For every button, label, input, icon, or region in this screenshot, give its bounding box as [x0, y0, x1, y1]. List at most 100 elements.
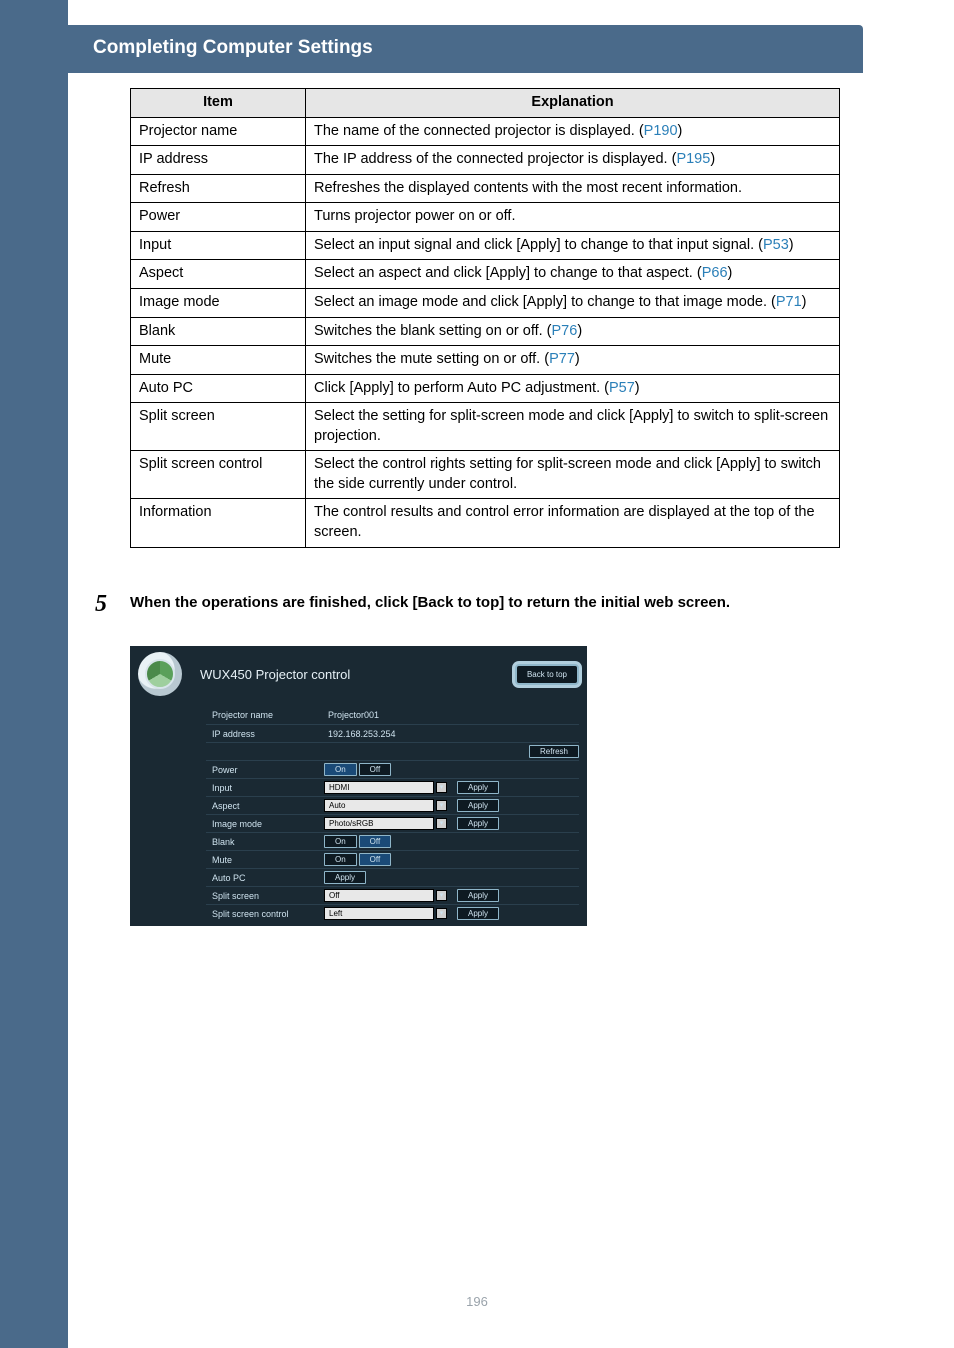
row-label: Input [206, 783, 324, 793]
section-header: Completing Computer Settings [63, 25, 863, 73]
cell-item: IP address [131, 146, 306, 175]
table-row: RefreshRefreshes the displayed contents … [131, 174, 840, 203]
page-number: 196 [0, 1294, 954, 1309]
cell-expl: Click [Apply] to perform Auto PC adjustm… [306, 374, 840, 403]
table-row: Auto PCClick [Apply] to perform Auto PC … [131, 374, 840, 403]
page-link[interactable]: P76 [552, 323, 578, 339]
cell-item: Mute [131, 346, 306, 375]
page-link[interactable]: P77 [549, 351, 575, 367]
chevron-down-icon[interactable]: ▾ [436, 800, 447, 811]
table-row: Split screen controlSelect the control r… [131, 451, 840, 499]
table-row: Image modeSelect an image mode and click… [131, 288, 840, 317]
chevron-down-icon[interactable]: ▾ [436, 890, 447, 901]
cell-expl: Switches the mute setting on or off. (P7… [306, 346, 840, 375]
on-button[interactable]: On [324, 835, 357, 848]
cell-item: Refresh [131, 174, 306, 203]
cell-item: Projector name [131, 117, 306, 146]
cell-expl: Turns projector power on or off. [306, 203, 840, 232]
shot-title: WUX450 Projector control [200, 667, 515, 682]
apply-button[interactable]: Apply [457, 907, 499, 920]
table-row: BlankSwitches the blank setting on or of… [131, 317, 840, 346]
cell-expl: The IP address of the connected projecto… [306, 146, 840, 175]
row-label: IP address [206, 729, 324, 739]
on-button[interactable]: On [324, 763, 357, 776]
cell-expl: Select an aspect and click [Apply] to ch… [306, 260, 840, 289]
cell-expl: Select an image mode and click [Apply] t… [306, 288, 840, 317]
cell-item: Information [131, 499, 306, 547]
row-label: Aspect [206, 801, 324, 811]
row-label: Auto PC [206, 873, 324, 883]
cell-item: Split screen [131, 403, 306, 451]
shot-header: WUX450 Projector control Back to top [130, 646, 587, 706]
table-row: Projector nameThe name of the connected … [131, 117, 840, 146]
step-5: 5 When the operations are finished, clic… [95, 593, 840, 613]
row-label: Image mode [206, 819, 324, 829]
th-expl: Explanation [306, 89, 840, 118]
row-value: Projector001 [324, 710, 379, 720]
table-row: IP addressThe IP address of the connecte… [131, 146, 840, 175]
cell-item: Blank [131, 317, 306, 346]
row-label: Split screen [206, 891, 324, 901]
cell-item: Auto PC [131, 374, 306, 403]
row-label: Blank [206, 837, 324, 847]
cell-expl: The name of the connected projector is d… [306, 117, 840, 146]
screenshot-panel: WUX450 Projector control Back to top Pro… [130, 646, 587, 926]
page-link[interactable]: P195 [676, 151, 710, 167]
cell-item: Split screen control [131, 451, 306, 499]
row-label: Power [206, 765, 324, 775]
row-label: Split screen control [206, 909, 324, 919]
chevron-down-icon[interactable]: ▾ [436, 818, 447, 829]
table-row: MuteSwitches the mute setting on or off.… [131, 346, 840, 375]
cell-expl: Select an input signal and click [Apply]… [306, 231, 840, 260]
row-label: Projector name [206, 710, 324, 720]
page-link[interactable]: P66 [702, 265, 728, 281]
off-button[interactable]: Off [359, 835, 392, 848]
apply-button[interactable]: Apply [324, 871, 366, 884]
row-label: Mute [206, 855, 324, 865]
spec-table: Item Explanation Projector nameThe name … [130, 88, 840, 548]
row-value: 192.168.253.254 [324, 729, 396, 739]
table-row: PowerTurns projector power on or off. [131, 203, 840, 232]
off-button[interactable]: Off [359, 763, 392, 776]
page-link[interactable]: P190 [644, 123, 678, 139]
cell-item: Input [131, 231, 306, 260]
cell-item: Aspect [131, 260, 306, 289]
apply-button[interactable]: Apply [457, 817, 499, 830]
apply-button[interactable]: Apply [457, 889, 499, 902]
cell-item: Power [131, 203, 306, 232]
input-select[interactable]: HDMI [324, 781, 434, 794]
chevron-down-icon[interactable]: ▾ [436, 782, 447, 793]
on-button[interactable]: On [324, 853, 357, 866]
splitc-select[interactable]: Left [324, 907, 434, 920]
cell-item: Image mode [131, 288, 306, 317]
imgmode-select[interactable]: Photo/sRGB [324, 817, 434, 830]
spec-table-wrap: Item Explanation Projector nameThe name … [130, 88, 840, 548]
table-row: AspectSelect an aspect and click [Apply]… [131, 260, 840, 289]
table-row: Split screenSelect the setting for split… [131, 403, 840, 451]
back-to-top-button[interactable]: Back to top [515, 664, 579, 685]
cell-expl: Refreshes the displayed contents with th… [306, 174, 840, 203]
refresh-button[interactable]: Refresh [529, 745, 579, 758]
apply-button[interactable]: Apply [457, 799, 499, 812]
aspect-select[interactable]: Auto [324, 799, 434, 812]
page-link[interactable]: P53 [763, 237, 789, 253]
th-item: Item [131, 89, 306, 118]
split-select[interactable]: Off [324, 889, 434, 902]
step-text: When the operations are finished, click … [130, 593, 840, 613]
apply-button[interactable]: Apply [457, 781, 499, 794]
page-link[interactable]: P57 [609, 380, 635, 396]
cell-expl: Select the setting for split-screen mode… [306, 403, 840, 451]
cell-expl: Select the control rights setting for sp… [306, 451, 840, 499]
cell-expl: The control results and control error in… [306, 499, 840, 547]
off-button[interactable]: Off [359, 853, 392, 866]
shot-rows: Projector nameProjector001 IP address192… [206, 706, 579, 922]
step-number: 5 [95, 591, 107, 618]
cell-expl: Switches the blank setting on or off. (P… [306, 317, 840, 346]
table-row: InformationThe control results and contr… [131, 499, 840, 547]
page-left-band [0, 0, 68, 1348]
chevron-down-icon[interactable]: ▾ [436, 908, 447, 919]
page-link[interactable]: P71 [776, 294, 802, 310]
section-title: Completing Computer Settings [93, 37, 863, 59]
logo-icon [138, 652, 182, 696]
table-row: InputSelect an input signal and click [A… [131, 231, 840, 260]
